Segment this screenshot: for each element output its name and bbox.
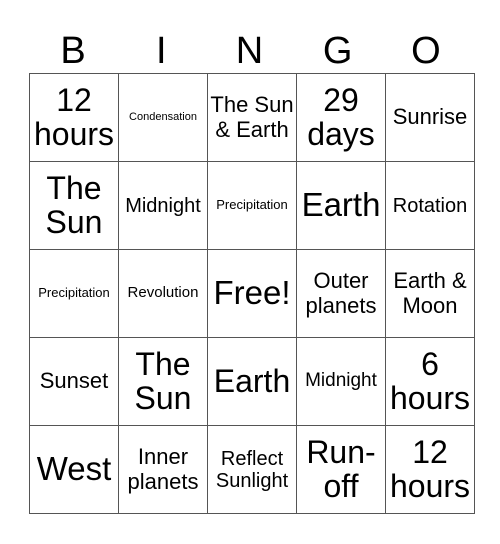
bingo-cell[interactable]: Reflect Sunlight	[207, 425, 297, 514]
grid-row: The Sun Midnight Precipitation Earth Rot…	[29, 161, 475, 250]
bingo-cell[interactable]: 29 days	[296, 73, 386, 162]
bingo-cell[interactable]: 6 hours	[385, 337, 475, 426]
bingo-cell[interactable]: Sunrise	[385, 73, 475, 162]
bingo-cell[interactable]: Midnight	[296, 337, 386, 426]
bingo-cell[interactable]: Precipitation	[207, 161, 297, 250]
bingo-cell[interactable]: Earth & Moon	[385, 249, 475, 338]
bingo-cell[interactable]: The Sun	[118, 337, 208, 426]
bingo-cell[interactable]: Precipitation	[29, 249, 119, 338]
header-letter-i: I	[156, 30, 167, 72]
grid-row: Sunset The Sun Earth Midnight 6 hours	[29, 337, 475, 426]
header-letter-n: N	[235, 30, 264, 72]
bingo-cell[interactable]: The Sun & Earth	[207, 73, 297, 162]
bingo-cell[interactable]: Earth	[296, 161, 386, 250]
bingo-cell[interactable]: Sunset	[29, 337, 119, 426]
header-letter-g: G	[322, 30, 353, 72]
bingo-cell[interactable]: The Sun	[29, 161, 119, 250]
grid-row: Precipitation Revolution Free! Outer pla…	[29, 249, 475, 338]
bingo-cell[interactable]: West	[29, 425, 119, 514]
bingo-cell[interactable]: Run-off	[296, 425, 386, 514]
bingo-header: B I N G O	[29, 30, 470, 73]
bingo-cell[interactable]: 12 hours	[385, 425, 475, 514]
bingo-cell[interactable]: Midnight	[118, 161, 208, 250]
bingo-grid: 12 hours Condensation The Sun & Earth 29…	[29, 73, 475, 514]
bingo-cell[interactable]: Earth	[207, 337, 297, 426]
grid-row: West Inner planets Reflect Sunlight Run-…	[29, 425, 475, 514]
bingo-cell[interactable]: Inner planets	[118, 425, 208, 514]
free-space-cell[interactable]: Free!	[207, 249, 297, 338]
header-letter-o: O	[411, 30, 441, 72]
grid-row: 12 hours Condensation The Sun & Earth 29…	[29, 73, 475, 162]
bingo-cell[interactable]: Rotation	[385, 161, 475, 250]
header-letter-b: B	[60, 30, 86, 72]
bingo-cell[interactable]: 12 hours	[29, 73, 119, 162]
bingo-cell[interactable]: Revolution	[118, 249, 208, 338]
bingo-cell[interactable]: Condensation	[118, 73, 208, 162]
bingo-cell[interactable]: Outer planets	[296, 249, 386, 338]
